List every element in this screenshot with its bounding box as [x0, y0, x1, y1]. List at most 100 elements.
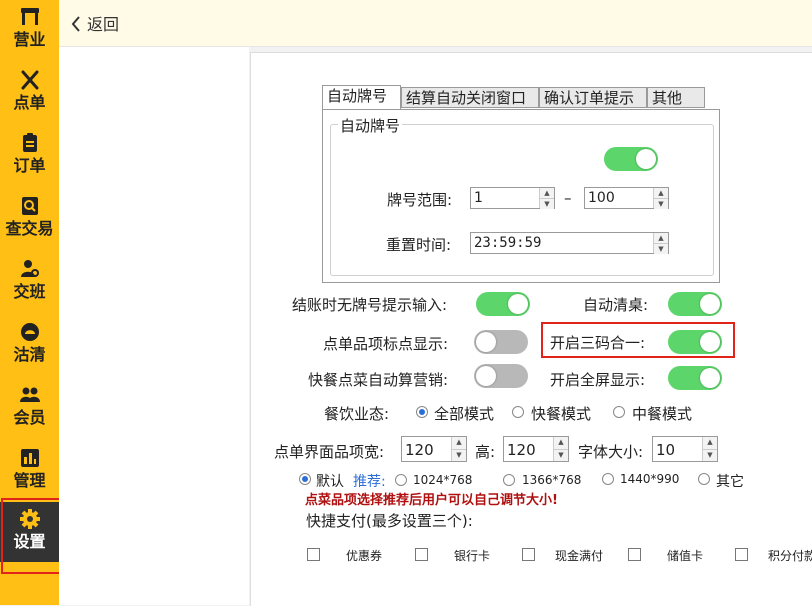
cloche-icon	[20, 323, 39, 341]
res-default-label: 默认	[316, 474, 344, 490]
spin-up-icon[interactable]: ▲	[554, 437, 568, 450]
spin-up-icon[interactable]: ▲	[540, 188, 554, 199]
three-in-one-label: 开启三码合一:	[550, 334, 646, 352]
sidebar-item-label: 点单	[13, 93, 46, 112]
no-number-prompt-label: 结账时无牌号提示输入:	[292, 296, 448, 314]
business-mode-label: 餐饮业态:	[324, 405, 390, 423]
font-size-stepper[interactable]: 10 ▲ ▼	[652, 436, 718, 462]
sidebar-item-members[interactable]: 会员	[0, 378, 59, 441]
res-1024-radio[interactable]	[395, 474, 407, 486]
range-to-value: 100	[588, 190, 615, 206]
shop-icon	[20, 8, 39, 25]
pay-coupon-label: 优惠券	[346, 549, 383, 563]
spin-down-icon[interactable]: ▼	[703, 450, 717, 461]
fullscreen-label: 开启全屏显示:	[550, 371, 646, 389]
pay-bankcard-checkbox[interactable]	[415, 548, 428, 561]
auto-number-toggle[interactable]	[604, 147, 658, 171]
back-label: 返回	[87, 15, 120, 34]
sidebar-item-transactions[interactable]: 查交易	[0, 189, 59, 252]
spin-down-icon[interactable]: ▼	[654, 244, 668, 254]
clipboard-icon	[22, 133, 37, 152]
recommend-label: 推荐:	[353, 474, 386, 490]
spin-down-icon[interactable]: ▼	[540, 199, 554, 209]
item-width-label: 点单界面品项宽:	[274, 443, 385, 461]
res-1440-radio[interactable]	[602, 473, 614, 485]
back-button[interactable]: 返回	[71, 11, 119, 35]
item-height-stepper[interactable]: 120 ▲ ▼	[503, 436, 569, 462]
fast-marketing-label: 快餐点菜自动算营销:	[308, 371, 449, 389]
range-label: 牌号范围:	[387, 191, 453, 209]
range-from-value: 1	[474, 190, 483, 206]
utensils-icon	[21, 70, 38, 90]
group-title: 自动牌号	[338, 115, 403, 136]
resolution-hint: 点菜品项选择推荐后用户可以自己调节大小!	[305, 493, 558, 508]
tab-other[interactable]: 其他	[647, 87, 705, 108]
top-bar: 返回	[59, 0, 812, 47]
mode-chinese-label: 中餐模式	[632, 405, 693, 423]
bar-chart-icon	[20, 449, 39, 467]
sidebar-item-label: 会员	[13, 408, 46, 427]
sidebar-item-orders[interactable]: 订单	[0, 126, 59, 189]
res-other-label: 其它	[716, 474, 744, 490]
sidebar-item-soldout[interactable]: 沽清	[0, 315, 59, 378]
item-width-stepper[interactable]: 120 ▲ ▼	[401, 436, 467, 462]
mode-chinese-radio[interactable]	[613, 406, 625, 418]
pay-points-label: 积分付款	[768, 549, 812, 563]
res-1440-label: 1440*990	[620, 472, 680, 486]
item-dot-label: 点单品项标点显示:	[323, 335, 449, 353]
pay-stored-value-checkbox[interactable]	[628, 548, 641, 561]
res-1366-radio[interactable]	[503, 474, 515, 486]
range-from-stepper[interactable]: 1 ▲ ▼	[470, 187, 555, 209]
quick-pay-label: 快捷支付(最多设置三个):	[306, 512, 473, 530]
range-separator: –	[564, 189, 572, 207]
spin-down-icon[interactable]: ▼	[452, 450, 466, 461]
tab-auto-number[interactable]: 自动牌号	[322, 85, 401, 109]
sidebar-item-label: 管理	[13, 471, 46, 490]
sidebar-item-business[interactable]: 营业	[0, 0, 59, 63]
sidebar-item-label: 沽清	[13, 345, 46, 364]
res-1024-label: 1024*768	[413, 473, 473, 487]
sidebar-item-shift[interactable]: 交班	[0, 252, 59, 315]
item-height-label: 高:	[475, 443, 496, 461]
spin-up-icon[interactable]: ▲	[703, 437, 717, 450]
auto-clear-label: 自动清桌:	[583, 296, 649, 314]
spin-down-icon[interactable]: ▼	[554, 450, 568, 461]
res-1366-label: 1366*768	[522, 473, 582, 487]
members-icon	[19, 387, 40, 402]
auto-clear-toggle[interactable]	[668, 292, 722, 316]
left-pane	[59, 47, 249, 605]
user-search-icon	[20, 260, 39, 277]
spin-up-icon[interactable]: ▲	[452, 437, 466, 450]
pay-coupon-checkbox[interactable]	[307, 548, 320, 561]
mode-fast-radio[interactable]	[512, 406, 524, 418]
reset-time-input[interactable]: 23:59:59 ▲ ▼	[470, 232, 669, 254]
tab-confirm-order[interactable]: 确认订单提示	[539, 87, 647, 108]
pay-cash-checkbox[interactable]	[522, 548, 535, 561]
chevron-left-icon	[71, 16, 80, 32]
sidebar-item-order[interactable]: 点单	[0, 63, 59, 126]
range-to-stepper[interactable]: 100 ▲ ▼	[584, 187, 669, 209]
mode-all-radio[interactable]	[416, 406, 428, 418]
reset-time-value: 23:59:59	[474, 235, 542, 251]
item-dot-toggle[interactable]	[474, 330, 528, 354]
sidebar-item-label: 营业	[13, 30, 46, 49]
sidebar-item-manage[interactable]: 管理	[0, 441, 59, 504]
search-doc-icon	[21, 197, 38, 215]
res-default-radio[interactable]	[299, 473, 311, 485]
res-other-radio[interactable]	[698, 473, 710, 485]
fast-marketing-toggle[interactable]	[474, 364, 528, 388]
fullscreen-toggle[interactable]	[668, 366, 722, 390]
no-number-prompt-toggle[interactable]	[476, 292, 530, 316]
spin-up-icon[interactable]: ▲	[654, 188, 668, 199]
spin-down-icon[interactable]: ▼	[654, 199, 668, 209]
font-size-label: 字体大小:	[578, 443, 644, 461]
three-in-one-toggle[interactable]	[668, 330, 722, 354]
mode-fast-label: 快餐模式	[531, 405, 592, 423]
spin-up-icon[interactable]: ▲	[654, 233, 668, 244]
pay-cash-label: 现金满付	[555, 549, 604, 563]
item-height-value: 120	[507, 441, 536, 459]
mode-all-label: 全部模式	[434, 405, 495, 423]
item-width-value: 120	[405, 441, 434, 459]
pay-points-checkbox[interactable]	[735, 548, 748, 561]
tab-auto-close[interactable]: 结算自动关闭窗口	[401, 87, 539, 108]
